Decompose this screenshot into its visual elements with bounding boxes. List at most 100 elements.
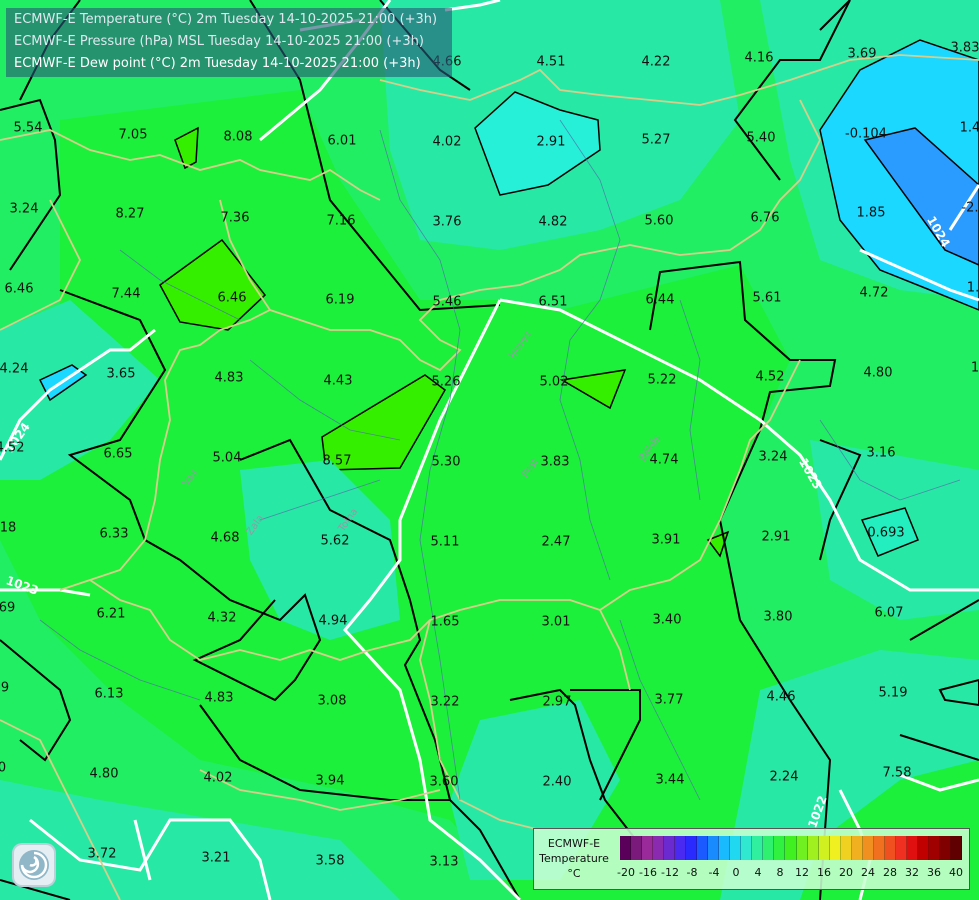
legend-color-bar — [620, 836, 962, 860]
legend-tick-label: 12 — [795, 866, 809, 879]
dewpoint-value-label: 4.82 — [539, 215, 568, 230]
dewpoint-value-label: 3.08 — [318, 694, 347, 709]
dewpoint-value-label: 1 — [971, 361, 979, 376]
dewpoint-value-label: 5.19 — [879, 686, 908, 701]
legend-swatch — [873, 836, 885, 860]
legend-swatch — [741, 836, 753, 860]
legend-swatch — [664, 836, 676, 860]
legend-swatch — [840, 836, 852, 860]
legend-tick-label: -16 — [639, 866, 657, 879]
dewpoint-value-label: 5.46 — [433, 295, 462, 310]
dewpoint-value-label: 4.80 — [864, 366, 893, 381]
legend-tick-label: -12 — [661, 866, 679, 879]
map-header: ECMWF-E Temperature (°C) 2m Tuesday 14-1… — [6, 8, 452, 77]
dewpoint-value-label: 4.16 — [745, 51, 774, 66]
legend-swatch — [675, 836, 687, 860]
dewpoint-value-label: 3.21 — [202, 851, 231, 866]
legend-swatch — [708, 836, 720, 860]
dewpoint-value-label: 4.46 — [767, 690, 796, 705]
dewpoint-value-label: 3.80 — [764, 610, 793, 625]
weather-map: VasZala TolnaPestBékésHeves 1024102310231… — [0, 0, 979, 900]
legend-tick-label: 32 — [905, 866, 919, 879]
temperature-legend: ECMWF-E Temperature °C -20 -16 -12 -8 -4 0 4 8 1… — [533, 828, 970, 890]
dewpoint-value-label: 6.46 — [5, 282, 34, 297]
dewpoint-value-label: 8.08 — [224, 130, 253, 145]
dewpoint-value-label: 4.94 — [319, 614, 348, 629]
legend-swatch — [928, 836, 940, 860]
legend-swatch — [730, 836, 742, 860]
legend-swatch — [939, 836, 951, 860]
dewpoint-value-label: -0.104 — [845, 127, 887, 142]
dewpoint-value-label: 5.22 — [648, 373, 677, 388]
swirl-logo-icon — [19, 850, 49, 880]
dewpoint-value-label: 4.83 — [215, 371, 244, 386]
legend-title-line: °C — [567, 867, 581, 880]
dewpoint-value-label: 4.74 — [650, 453, 679, 468]
legend-swatch — [906, 836, 918, 860]
legend-swatch — [785, 836, 797, 860]
dewpoint-value-label: 3.16 — [867, 446, 896, 461]
dewpoint-value-label: 7.05 — [119, 128, 148, 143]
legend-swatch — [653, 836, 665, 860]
legend-swatch — [851, 836, 863, 860]
header-line-pressure[interactable]: ECMWF-E Pressure (hPa) MSL Tuesday 14-10… — [14, 31, 442, 53]
dewpoint-value-label: 4.24 — [0, 362, 28, 377]
header-line-dewpoint[interactable]: ECMWF-E Dew point (°C) 2m Tuesday 14-10-… — [14, 53, 442, 75]
legend-swatch — [950, 836, 962, 860]
dewpoint-value-label: .18 — [0, 521, 16, 536]
dewpoint-value-label: 3.77 — [655, 693, 684, 708]
dewpoint-value-label: 5.54 — [14, 121, 43, 136]
dewpoint-value-label: 2.47 — [542, 535, 571, 550]
dewpoint-value-label: 4.83 — [205, 691, 234, 706]
legend-swatch — [620, 836, 632, 860]
dewpoint-value-label: 0.693 — [867, 526, 904, 541]
dewpoint-value-label: 4.02 — [204, 771, 233, 786]
dewpoint-value-label: 6.01 — [328, 134, 357, 149]
legend-tick-label: 36 — [927, 866, 941, 879]
dewpoint-value-label: 9 — [1, 681, 9, 696]
dewpoint-value-label: 6.65 — [104, 447, 133, 462]
legend-swatch — [895, 836, 907, 860]
dewpoint-value-label: 3.40 — [653, 613, 682, 628]
dewpoint-value-label: 3.01 — [542, 615, 571, 630]
legend-swatch — [774, 836, 786, 860]
legend-swatch — [697, 836, 709, 860]
dewpoint-value-label: 6.33 — [100, 527, 129, 542]
dewpoint-value-label: 1.85 — [857, 206, 886, 221]
dewpoint-value-label: 5.30 — [432, 455, 461, 470]
dewpoint-value-label: 5.62 — [321, 534, 350, 549]
header-line-temperature[interactable]: ECMWF-E Temperature (°C) 2m Tuesday 14-1… — [14, 9, 442, 31]
legend-tick-label: -20 — [617, 866, 635, 879]
legend-swatch — [642, 836, 654, 860]
dewpoint-value-label: 4.02 — [433, 135, 462, 150]
dewpoint-value-label: 2.24 — [770, 770, 799, 785]
dewpoint-value-label: 0 — [0, 761, 6, 776]
dewpoint-value-label: 5.02 — [540, 375, 569, 390]
dewpoint-value-label: 3.83 — [541, 455, 570, 470]
dewpoint-value-label: 4.22 — [642, 55, 671, 70]
dewpoint-value-label: 6.07 — [875, 606, 904, 621]
dewpoint-value-label: 6.19 — [326, 293, 355, 308]
legend-swatch — [917, 836, 929, 860]
dewpoint-value-label: 3.24 — [759, 450, 788, 465]
dewpoint-value-label: 4.80 — [90, 767, 119, 782]
dewpoint-value-label: .69 — [0, 601, 15, 616]
dewpoint-value-label: 1.4 — [960, 121, 979, 136]
legend-tick-label: 40 — [949, 866, 963, 879]
legend-swatch — [862, 836, 874, 860]
provider-logo[interactable] — [14, 845, 54, 885]
dewpoint-value-label: 2.91 — [537, 135, 566, 150]
dewpoint-value-label: 6.21 — [97, 607, 126, 622]
dewpoint-value-label: 4.72 — [860, 286, 889, 301]
dewpoint-value-label: -2. — [961, 201, 978, 216]
dewpoint-value-label: 2.97 — [543, 695, 572, 710]
legend-tick-label: 8 — [776, 866, 784, 879]
dewpoint-value-label: 5.61 — [753, 291, 782, 306]
dewpoint-value-label: 3.13 — [430, 855, 459, 870]
legend-swatch — [631, 836, 643, 860]
dewpoint-value-label: 3.24 — [10, 202, 39, 217]
dewpoint-value-label: 6.76 — [751, 211, 780, 226]
legend-tick-label: 0 — [732, 866, 740, 879]
legend-title: ECMWF-E Temperature °C — [534, 829, 614, 889]
dewpoint-value-label: 4.32 — [208, 611, 237, 626]
